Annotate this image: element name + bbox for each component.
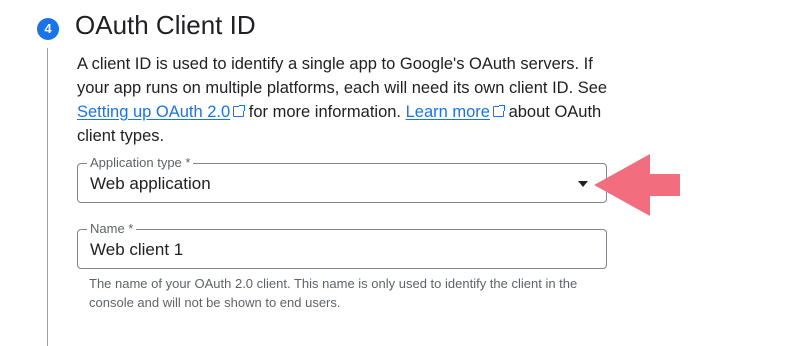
setting-up-oauth-link-label: Setting up OAuth 2.0 xyxy=(77,103,231,121)
application-type-select[interactable]: Application type * Web application xyxy=(77,155,607,203)
name-input[interactable]: Name * Web client 1 xyxy=(77,221,607,269)
dropdown-caret-icon[interactable] xyxy=(578,181,588,187)
application-type-label: Application type * xyxy=(87,155,194,171)
learn-more-link-label: Learn more xyxy=(405,103,490,121)
name-value: Web client 1 xyxy=(90,240,184,259)
step-number-badge: 4 xyxy=(37,18,59,40)
external-link-icon xyxy=(233,105,246,117)
section-title: OAuth Client ID xyxy=(75,10,256,40)
application-type-value: Web application xyxy=(90,174,211,193)
setting-up-oauth-link[interactable]: Setting up OAuth 2.0 xyxy=(77,103,246,121)
step-connector-line xyxy=(47,48,48,346)
description-text-2: for more information. xyxy=(244,103,406,121)
pointer-arrow-icon xyxy=(594,154,680,216)
section-description: A client ID is used to identify a single… xyxy=(77,52,617,148)
description-text-1: A client ID is used to identify a single… xyxy=(77,55,608,97)
learn-more-link[interactable]: Learn more xyxy=(405,103,505,121)
name-hint-text: The name of your OAuth 2.0 client. This … xyxy=(89,276,578,310)
name-label: Name * xyxy=(87,221,137,237)
external-link-icon xyxy=(492,105,505,117)
